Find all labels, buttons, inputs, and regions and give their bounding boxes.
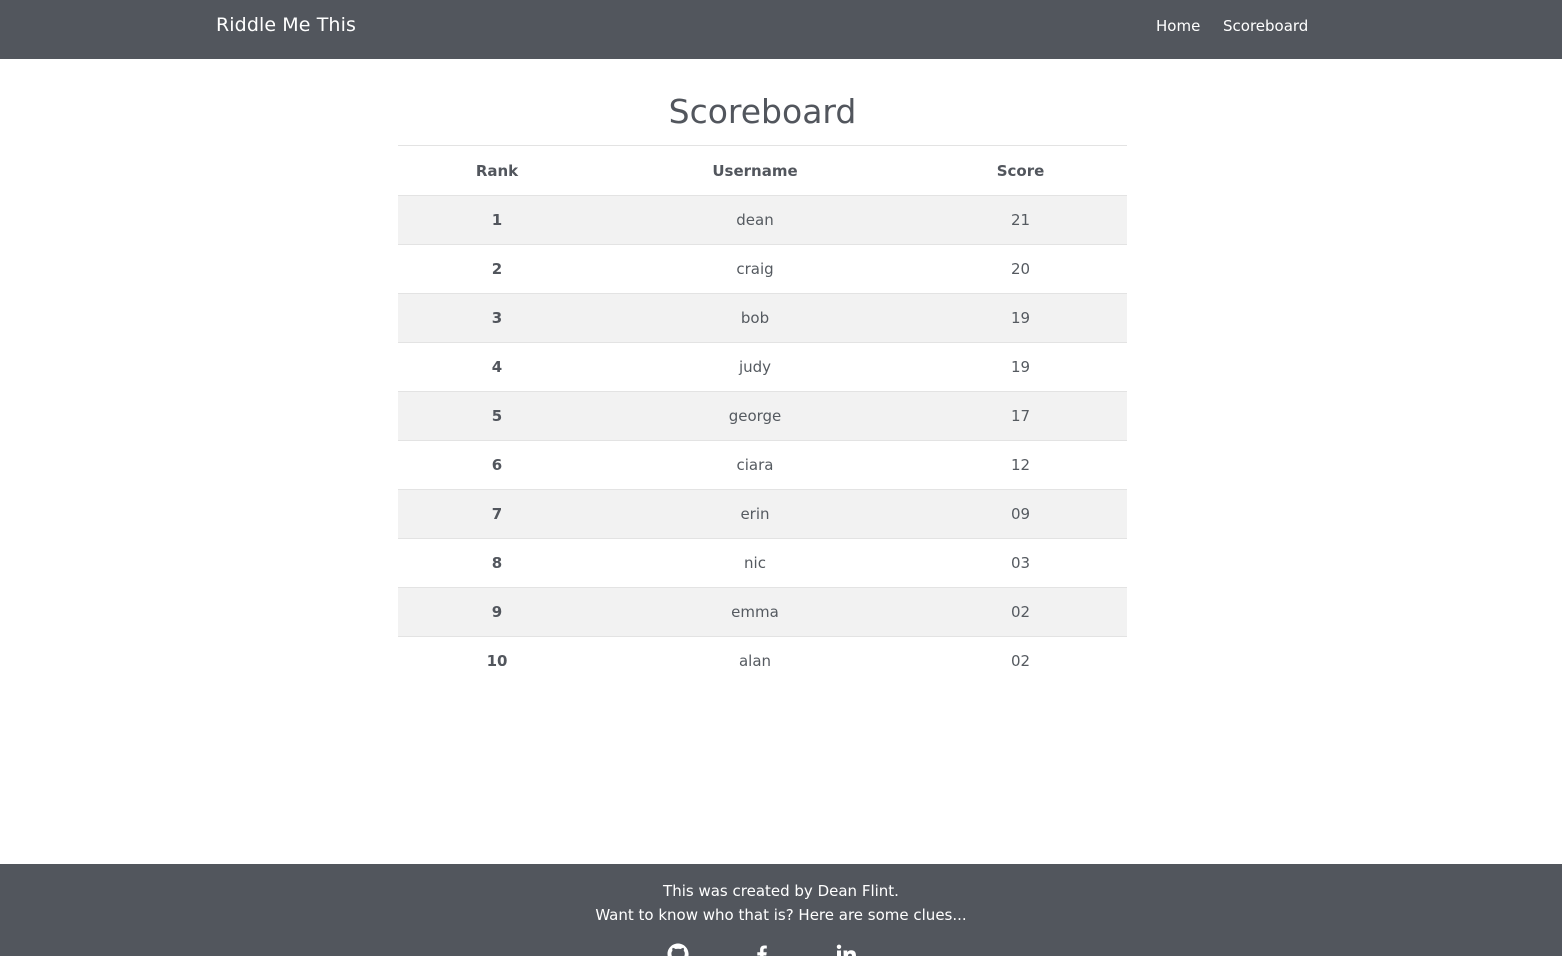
username-cell: alan bbox=[738, 652, 772, 671]
username-cell: emma bbox=[596, 587, 914, 637]
username-cell: judy bbox=[596, 342, 914, 392]
footer-credit: This was created by Dean Flint. bbox=[663, 882, 899, 900]
footer-clues: Want to know who that is? Here are some … bbox=[595, 906, 967, 924]
rank-cell: 9 bbox=[398, 587, 596, 637]
score-cell: 21 bbox=[914, 195, 1127, 245]
rank-cell: 4 bbox=[398, 342, 596, 392]
table-row: 1 dean 21 bbox=[398, 195, 1127, 245]
linkedin-icon[interactable] bbox=[834, 942, 858, 956]
table-row: 7 erin 09 bbox=[398, 489, 1127, 539]
score-cell: 02 bbox=[1010, 652, 1031, 671]
score-cell: 03 bbox=[914, 538, 1127, 588]
table-row: 5 george 17 bbox=[398, 391, 1127, 441]
score-cell: 12 bbox=[914, 440, 1127, 490]
navbar: Riddle Me This Home Scoreboard bbox=[0, 0, 1562, 59]
username-cell: erin bbox=[596, 489, 914, 539]
header-username: Username bbox=[596, 145, 914, 196]
header-rank: Rank bbox=[398, 145, 596, 196]
username-cell: craig bbox=[596, 244, 914, 294]
rank-cell: 7 bbox=[398, 489, 596, 539]
table-row: 3 bob 19 bbox=[398, 293, 1127, 343]
rank-cell: 10 bbox=[486, 652, 508, 671]
rank-cell: 8 bbox=[398, 538, 596, 588]
rank-cell: 6 bbox=[398, 440, 596, 490]
table-header-row: Rank Username Score bbox=[398, 145, 1127, 196]
page-title: Scoreboard bbox=[668, 92, 857, 131]
username-cell: george bbox=[596, 391, 914, 441]
footer: This was created by Dean Flint. Want to … bbox=[0, 864, 1562, 956]
score-cell: 19 bbox=[914, 293, 1127, 343]
score-cell: 09 bbox=[914, 489, 1127, 539]
table-row: 10 alan 02 bbox=[398, 637, 1127, 686]
table-row: 4 judy 19 bbox=[398, 342, 1127, 392]
social-links bbox=[0, 942, 1562, 956]
score-cell: 19 bbox=[914, 342, 1127, 392]
rank-cell: 2 bbox=[398, 244, 596, 294]
github-icon[interactable] bbox=[666, 942, 690, 956]
nav-link-scoreboard[interactable]: Scoreboard bbox=[1223, 17, 1308, 35]
table-row: 9 emma 02 bbox=[398, 587, 1127, 637]
username-cell: nic bbox=[596, 538, 914, 588]
score-cell: 02 bbox=[914, 587, 1127, 637]
rank-cell: 5 bbox=[398, 391, 596, 441]
table-row: 2 craig 20 bbox=[398, 244, 1127, 294]
rank-cell: 3 bbox=[398, 293, 596, 343]
username-cell: ciara bbox=[596, 440, 914, 490]
header-score: Score bbox=[914, 145, 1127, 196]
brand-link[interactable]: Riddle Me This bbox=[216, 14, 356, 36]
score-cell: 20 bbox=[914, 244, 1127, 294]
table-row: 6 ciara 12 bbox=[398, 440, 1127, 490]
rank-cell: 1 bbox=[398, 195, 596, 245]
score-cell: 17 bbox=[914, 391, 1127, 441]
facebook-icon[interactable] bbox=[750, 942, 774, 956]
nav-link-home[interactable]: Home bbox=[1156, 17, 1200, 35]
username-cell: dean bbox=[596, 195, 914, 245]
scoreboard-table: Rank Username Score 1 dean 21 2 craig 20… bbox=[398, 145, 1127, 686]
username-cell: bob bbox=[596, 293, 914, 343]
table-row: 8 nic 03 bbox=[398, 538, 1127, 588]
